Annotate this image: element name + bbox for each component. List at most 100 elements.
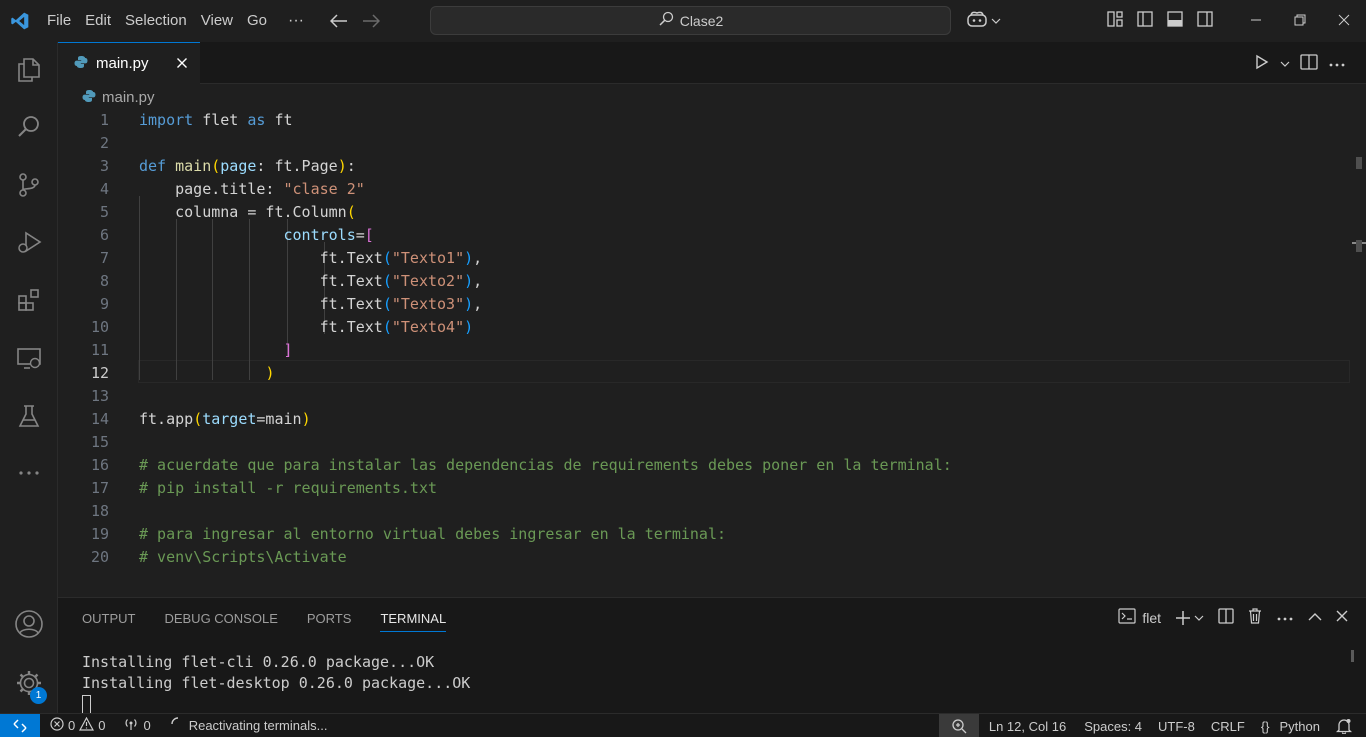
code-editor[interactable]: 1 import flet as ft 2 3 def main(page: ft.Pa… — [58, 109, 1366, 597]
explorer-icon[interactable] — [0, 46, 58, 94]
testing-flask-icon[interactable] — [0, 392, 58, 440]
code-token: page.title: — [139, 180, 284, 198]
code-line[interactable]: 15 — [58, 431, 1350, 454]
more-actions-icon[interactable] — [1328, 56, 1346, 71]
search-view-icon[interactable] — [0, 103, 58, 151]
menu-edit[interactable]: Edit — [78, 0, 118, 42]
code-line[interactable]: 20 # venv\Scripts\Activate — [58, 546, 1350, 569]
extensions-icon[interactable] — [0, 276, 58, 324]
code-line[interactable]: 10 ft.Text("Texto4") — [58, 316, 1350, 339]
loading-spinner-icon — [171, 717, 185, 734]
ports-indicator[interactable]: 0 — [111, 714, 156, 737]
end-of-line[interactable]: CRLF — [1203, 714, 1253, 737]
code-line[interactable]: 8 ft.Text("Texto2"), — [58, 270, 1350, 293]
trash-icon[interactable] — [1248, 608, 1262, 627]
code-line[interactable]: 17 # pip install -r requirements.txt — [58, 477, 1350, 500]
indentation[interactable]: Spaces: 4 — [1076, 714, 1150, 737]
accounts-icon[interactable] — [0, 600, 58, 648]
code-token: ) — [464, 295, 474, 313]
encoding[interactable]: UTF-8 — [1150, 714, 1203, 737]
toggle-secondary-sidebar-icon[interactable] — [1196, 10, 1214, 31]
error-count: 0 — [68, 718, 76, 733]
code-line[interactable]: 9 ft.Text("Texto3"), — [58, 293, 1350, 316]
menu-view[interactable]: View — [194, 0, 240, 42]
maximize-panel-chevron-up-icon[interactable] — [1308, 610, 1322, 625]
code-token: ( — [346, 203, 356, 221]
menu-file[interactable]: File — [40, 0, 78, 42]
code-line[interactable]: 16 # acuerdate que para instalar las depe… — [58, 454, 1350, 477]
code-line[interactable]: 14 ft.app(target=main) — [58, 408, 1350, 431]
notifications-bell-icon[interactable] — [1328, 714, 1366, 737]
remote-indicator-icon[interactable] — [0, 713, 40, 737]
code-line[interactable]: 18 — [58, 500, 1350, 523]
menu-go[interactable]: Go — [240, 0, 274, 42]
tab-ports[interactable]: PORTS — [307, 608, 352, 632]
line-number: 5 — [99, 203, 109, 221]
tab-main-py[interactable]: main.py — [58, 42, 200, 84]
cursor-position[interactable]: Ln 12, Col 16 — [979, 714, 1076, 737]
line-code: ft.Text("Texto3"), — [139, 293, 483, 316]
line-number: 3 — [99, 157, 109, 175]
code-line[interactable]: 7 ft.Text("Texto1"), — [58, 247, 1350, 270]
code-token: , — [473, 272, 483, 290]
toggle-panel-icon[interactable] — [1166, 10, 1184, 31]
tab-debug-console[interactable]: DEBUG CONSOLE — [164, 608, 277, 632]
terminal-line: Installing flet-desktop 0.26.0 package..… — [82, 674, 471, 692]
minimize-icon[interactable] — [1234, 0, 1278, 40]
close-window-icon[interactable] — [1322, 0, 1366, 40]
terminal-scrollbar[interactable] — [1351, 650, 1354, 662]
line-number: 9 — [99, 295, 109, 313]
back-arrow-icon[interactable] — [330, 12, 348, 30]
more-views-icon[interactable] — [0, 449, 58, 497]
code-token: ( — [193, 410, 203, 428]
source-control-icon[interactable] — [0, 161, 58, 209]
code-token: target — [202, 410, 257, 428]
menu-selection[interactable]: Selection — [118, 0, 194, 42]
tab-terminal[interactable]: TERMINAL — [380, 608, 447, 632]
language-mode[interactable]: {} Python — [1253, 714, 1328, 737]
broadcast-icon — [123, 717, 139, 734]
status-bar: 0 0 0 Reactivating terminals... Ln 12, C… — [0, 713, 1366, 737]
split-editor-icon[interactable] — [1300, 54, 1318, 73]
terminal-output[interactable]: Installing flet-cli 0.26.0 package...OK I… — [82, 652, 470, 715]
tab-output[interactable]: OUTPUT — [82, 608, 135, 632]
new-terminal-icon[interactable] — [1175, 610, 1204, 626]
code-line[interactable]: 2 — [58, 132, 1350, 155]
code-token: "Texto4" — [391, 318, 465, 336]
code-line[interactable]: 4 page.title: "clase 2" — [58, 178, 1350, 201]
run-debug-icon[interactable] — [0, 218, 58, 266]
copilot-button[interactable] — [966, 10, 1001, 31]
toggle-primary-sidebar-icon[interactable] — [1136, 10, 1154, 31]
terminal-selector[interactable]: flet — [1118, 608, 1161, 627]
code-line[interactable]: 12 ) — [58, 362, 1350, 385]
menu-more-button[interactable]: ··· — [274, 12, 318, 30]
split-terminal-icon[interactable] — [1218, 608, 1234, 627]
run-python-file-icon[interactable] — [1254, 54, 1270, 73]
run-options-chevron-icon[interactable] — [1280, 56, 1290, 71]
manage-gear-icon[interactable]: 1 — [0, 659, 58, 707]
code-line[interactable]: 3 def main(page: ft.Page): — [58, 155, 1350, 178]
zoom-icon[interactable] — [938, 714, 979, 737]
close-tab-icon[interactable] — [174, 55, 190, 71]
close-panel-icon[interactable] — [1336, 610, 1348, 625]
code-line[interactable]: 11 ] — [58, 339, 1350, 362]
editor-vertical-scrollbar[interactable] — [1352, 109, 1366, 597]
code-line[interactable]: 1 import flet as ft — [58, 109, 1350, 132]
problems-indicator[interactable]: 0 0 — [40, 714, 111, 737]
code-line[interactable]: 19 # para ingresar al entorno virtual deb… — [58, 523, 1350, 546]
code-token: ( — [382, 249, 392, 267]
code-line[interactable]: 6 controls=[ — [58, 224, 1350, 247]
remote-explorer-icon[interactable] — [0, 334, 58, 382]
command-center-search[interactable]: Clase2 — [430, 6, 951, 35]
code-line[interactable]: 5 columna = ft.Column( — [58, 201, 1350, 224]
customize-layout-icon[interactable] — [1106, 10, 1124, 31]
more-panel-actions-icon[interactable] — [1276, 610, 1294, 625]
code-token: , — [473, 295, 483, 313]
code-line[interactable]: 13 — [58, 385, 1350, 408]
forward-arrow-icon[interactable] — [362, 12, 380, 30]
breadcrumb: main.py — [58, 84, 1366, 110]
error-icon — [50, 717, 64, 734]
restore-icon[interactable] — [1278, 0, 1322, 40]
breadcrumb-file[interactable]: main.py — [102, 89, 155, 106]
